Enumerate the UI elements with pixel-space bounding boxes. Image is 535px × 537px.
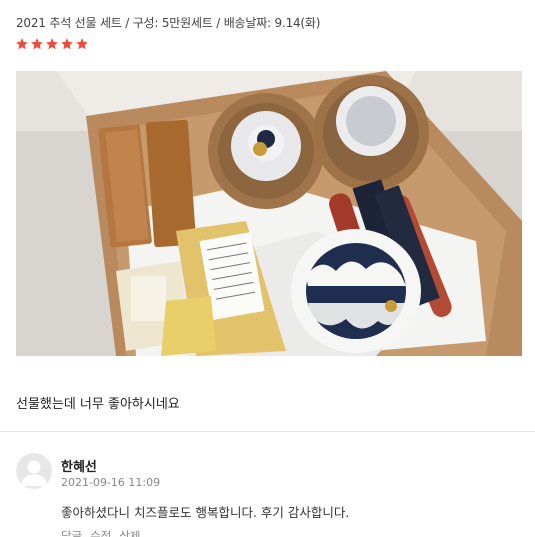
reply-author: 한혜선 [61, 460, 97, 475]
reply-button[interactable]: 답글 [61, 528, 82, 537]
delete-button[interactable]: 삭제 [119, 528, 140, 537]
review-text: 선물했는데 너무 좋아하시네요 [16, 397, 180, 412]
review-meta: 2021 추석 선물 세트 / 구성: 5만원세트 / 배송날짜: 9.14(화… [16, 16, 321, 30]
avatar [16, 453, 52, 489]
reply-text: 좋아하셨다니 치즈플로도 행복합니다. 후기 감사합니다. [61, 505, 350, 520]
star-icon [16, 38, 28, 50]
review-photo[interactable] [16, 71, 522, 356]
user-silhouette-icon [21, 460, 47, 486]
gift-box-image [16, 71, 522, 356]
rating-stars [15, 37, 89, 51]
divider [0, 431, 535, 432]
star-icon [61, 38, 73, 50]
reply-actions: 답글 수정 삭제 [61, 528, 141, 537]
star-icon [31, 38, 43, 50]
star-icon [46, 38, 58, 50]
star-icon [76, 38, 88, 50]
reply-date: 2021-09-16 11:09 [61, 476, 161, 489]
edit-button[interactable]: 수정 [90, 528, 111, 537]
